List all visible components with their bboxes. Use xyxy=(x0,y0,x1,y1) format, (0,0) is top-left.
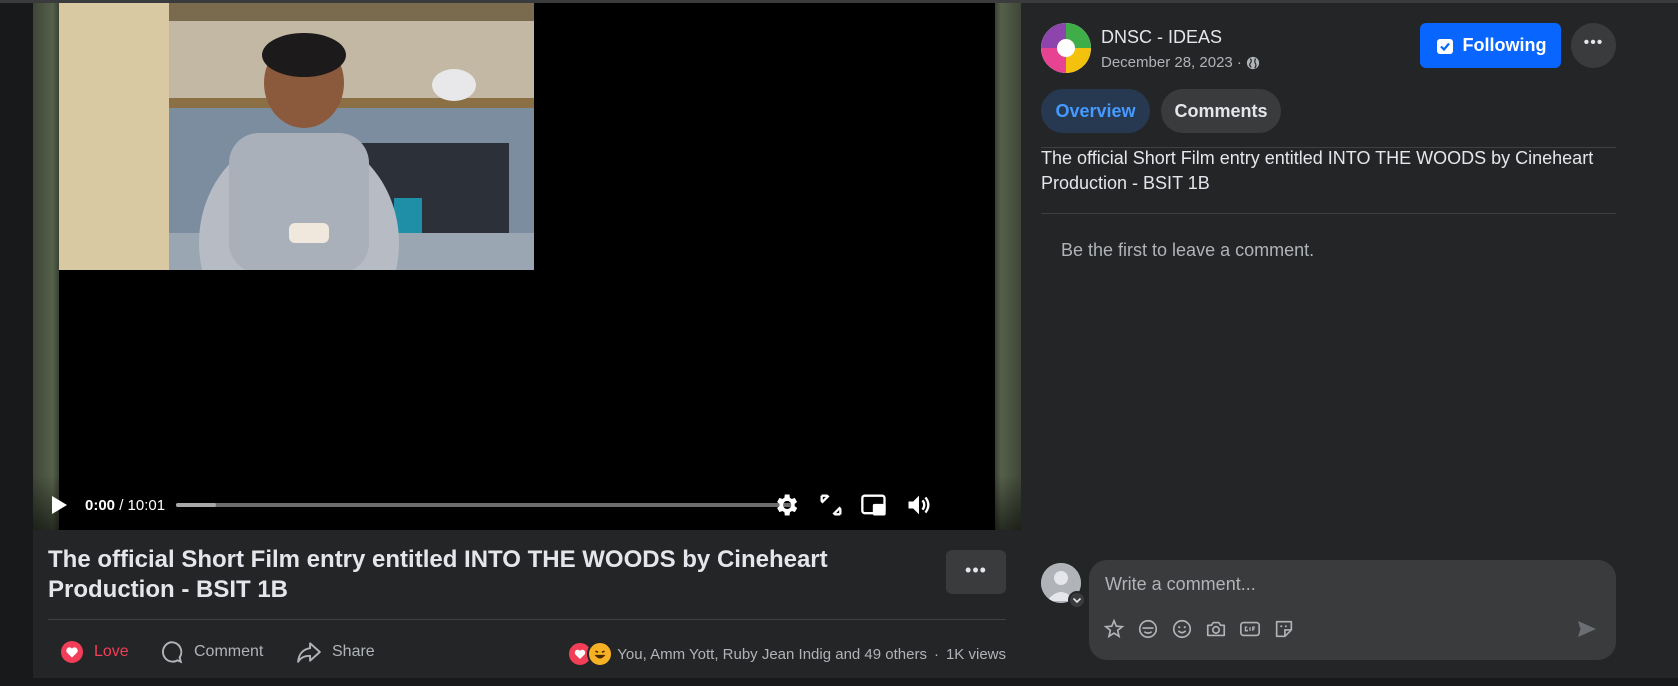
globe-icon xyxy=(1246,56,1260,69)
video-time: 0:00 / 10:01 xyxy=(85,497,165,514)
tab-comments[interactable]: Comments xyxy=(1161,89,1281,133)
camera-icon[interactable] xyxy=(1205,618,1227,640)
video-post-panel: 0:00 / 10:01 The official Short Film ent… xyxy=(33,3,1021,678)
current-time: 0:00 xyxy=(85,497,116,514)
dots-icon: ••• xyxy=(1583,34,1604,51)
empty-comments-message: Be the first to leave a comment. xyxy=(1061,240,1315,260)
volume-icon[interactable] xyxy=(905,491,933,519)
total-time: 10:01 xyxy=(127,497,166,514)
post-description: The official Short Film entry entitled I… xyxy=(1041,148,1594,193)
play-icon[interactable] xyxy=(47,493,71,517)
video-player[interactable]: 0:00 / 10:01 xyxy=(33,3,1021,530)
emoji-icon[interactable] xyxy=(1171,618,1193,640)
divider xyxy=(48,619,1006,620)
following-label: Following xyxy=(1462,35,1547,55)
post-date[interactable]: December 28, 2023 · xyxy=(1101,54,1260,71)
video-controls: 0:00 / 10:01 xyxy=(33,475,1021,530)
avatar-sticker-icon[interactable] xyxy=(1103,618,1125,640)
tab-overview[interactable]: Overview xyxy=(1041,89,1150,133)
more-dots-icon: ••• xyxy=(965,560,987,580)
avatar-icon[interactable] xyxy=(1137,618,1159,640)
video-progress-fill xyxy=(176,503,217,507)
page-name[interactable]: DNSC - IDEAS xyxy=(1101,27,1222,48)
page-avatar[interactable] xyxy=(1041,23,1091,73)
following-check-icon xyxy=(1436,38,1453,54)
picture-in-picture-icon[interactable] xyxy=(860,491,888,519)
fullscreen-icon[interactable] xyxy=(817,491,845,519)
reactions-names[interactable]: You, Amm Yott, Ruby Jean Indig and 49 ot… xyxy=(617,646,927,663)
dot-separator: · xyxy=(933,645,939,663)
send-icon[interactable] xyxy=(1575,617,1599,641)
post-sidebar: DNSC - IDEAS December 28, 2023 · Followi… xyxy=(1021,3,1678,678)
love-button[interactable]: Love xyxy=(60,630,129,674)
comment-input[interactable] xyxy=(1103,568,1597,600)
comment-label: Comment xyxy=(194,643,264,660)
post-date-text: December 28, 2023 · xyxy=(1101,54,1242,71)
share-button[interactable]: Share xyxy=(296,630,375,674)
comment-button[interactable]: Comment xyxy=(158,630,263,674)
time-separator: / xyxy=(115,497,128,514)
post-more-button[interactable]: ••• xyxy=(946,550,1006,594)
reactions-summary[interactable]: You, Amm Yott, Ruby Jean Indig and 49 ot… xyxy=(567,641,1006,667)
profile-switch-icon[interactable] xyxy=(1068,591,1086,609)
view-count: 1K views xyxy=(945,645,1006,663)
gif-icon[interactable] xyxy=(1239,618,1261,640)
share-icon xyxy=(297,642,321,663)
page-options-button[interactable]: ••• xyxy=(1571,23,1616,68)
video-progress-bar[interactable] xyxy=(176,503,792,507)
divider xyxy=(1041,213,1616,214)
post-title: The official Short Film entry entitled I… xyxy=(48,546,828,603)
post-caption-area: The official Short Film entry entitled I… xyxy=(33,530,1021,678)
video-frame-thumbnail xyxy=(59,3,534,270)
share-label: Share xyxy=(332,643,375,660)
haha-reaction-icon xyxy=(587,641,614,667)
love-label: Love xyxy=(94,643,129,660)
sticker-icon[interactable] xyxy=(1273,618,1295,640)
comment-composer xyxy=(1089,560,1616,660)
following-button[interactable]: Following xyxy=(1420,23,1561,68)
love-icon xyxy=(61,641,83,663)
settings-icon[interactable] xyxy=(772,491,800,519)
comment-icon xyxy=(162,641,183,664)
